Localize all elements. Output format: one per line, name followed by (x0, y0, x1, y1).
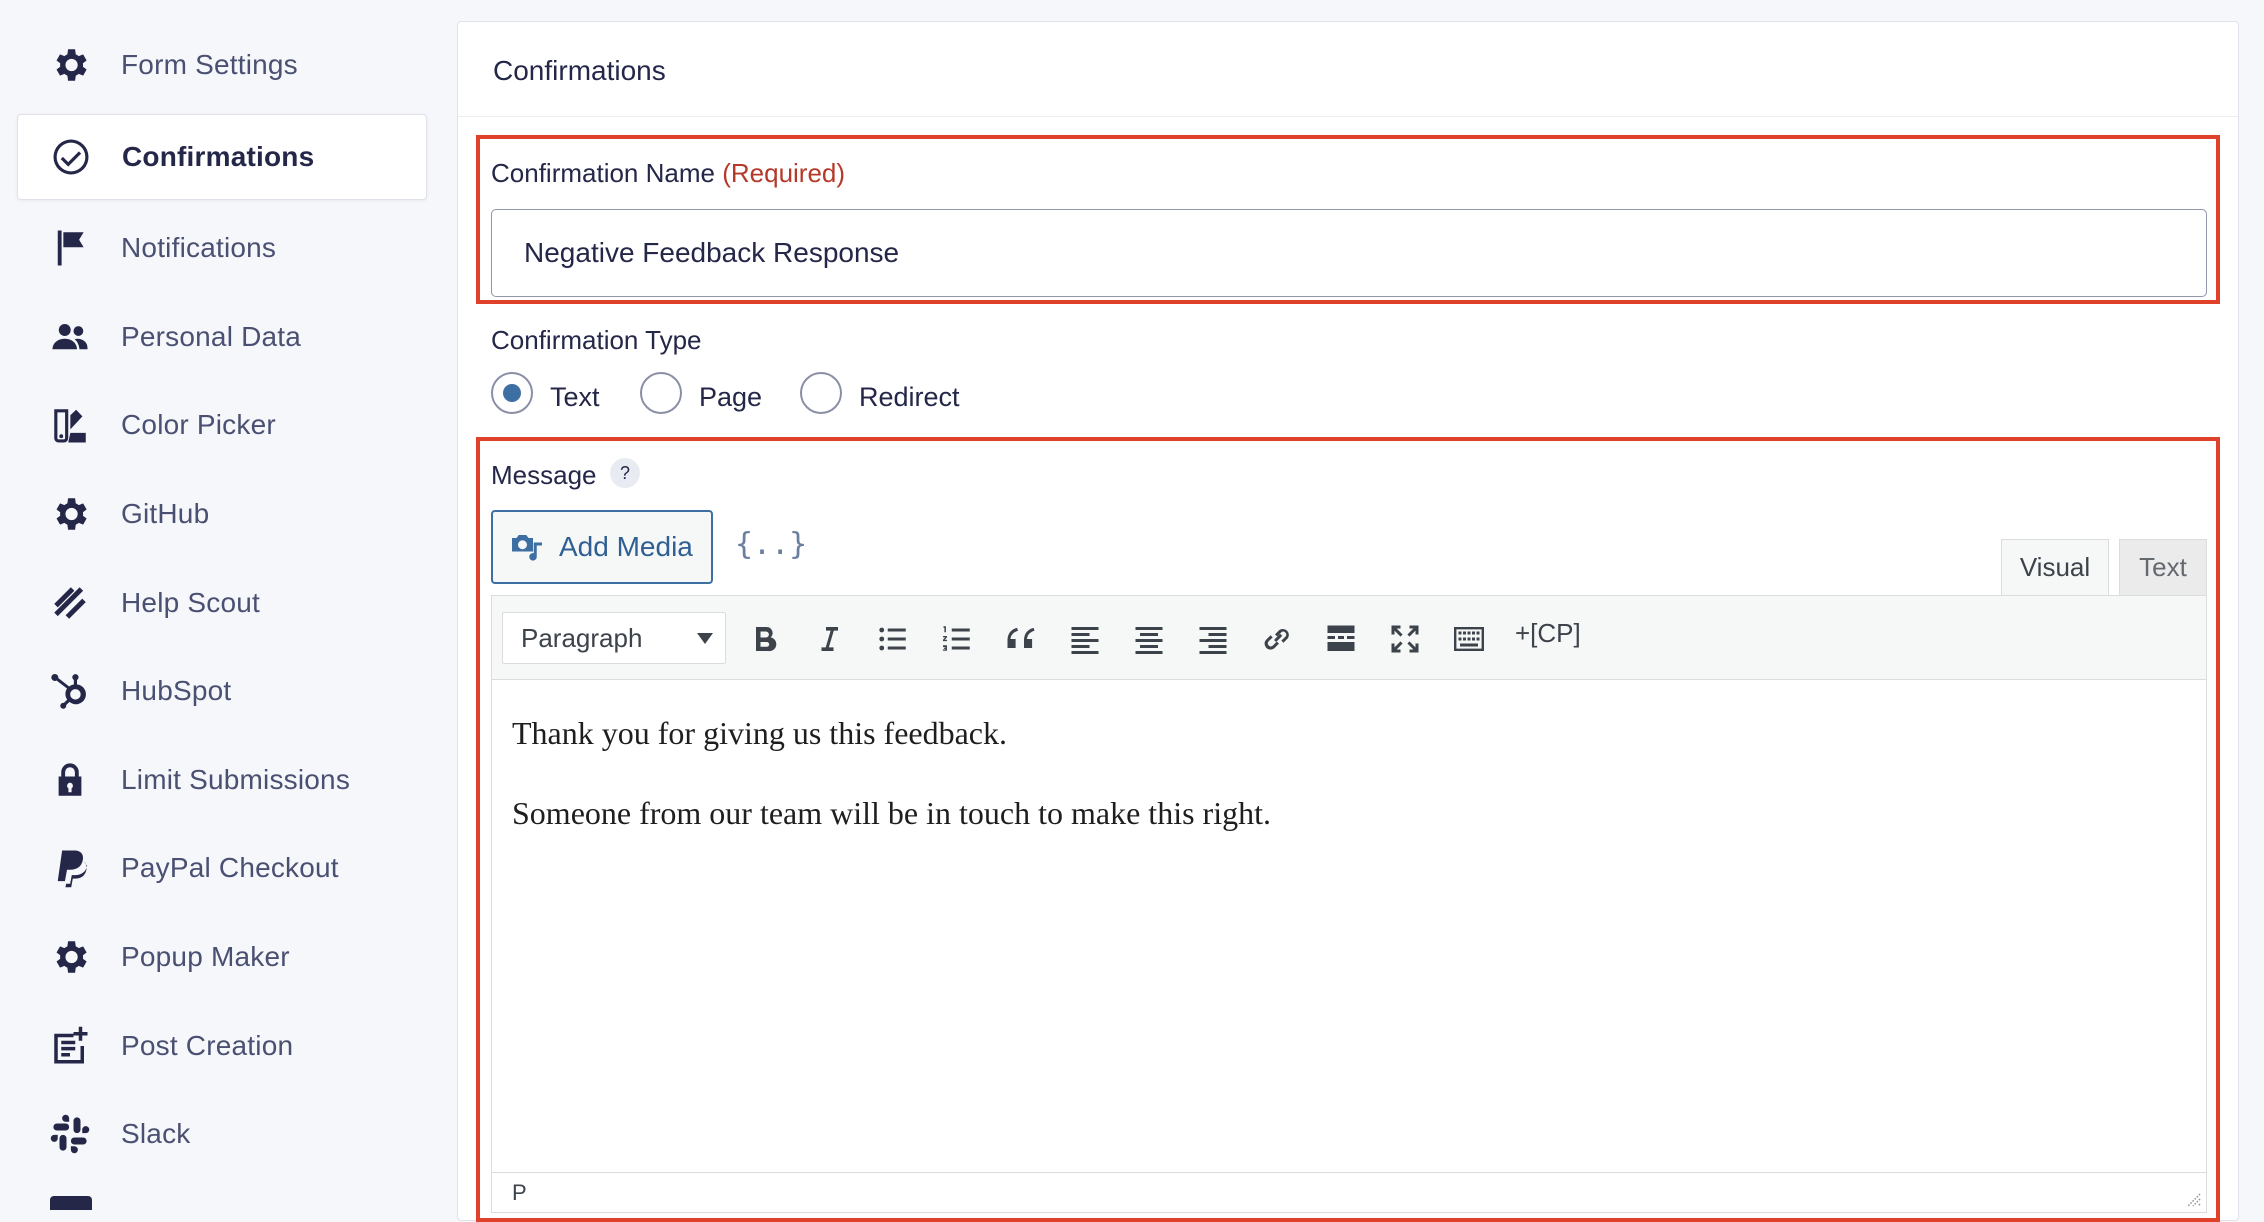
confirmations-panel: Confirmations Confirmation Name (Require… (457, 21, 2239, 1222)
required-marker: (Required) (722, 158, 846, 188)
radio-text-label: Text (550, 382, 600, 412)
editor-content[interactable]: Thank you for giving us this feedback. S… (512, 710, 1271, 870)
radio-page-label: Page (699, 382, 763, 412)
sidebar-item-post-creation[interactable]: Post Creation (17, 1003, 427, 1089)
bold-button[interactable] (742, 616, 788, 662)
cp-shortcode-button[interactable]: +[CP] (1515, 618, 1581, 649)
insert-link-button[interactable] (1254, 616, 1300, 662)
content-paragraph: Thank you for giving us this feedback. (512, 715, 1007, 751)
sidebar-item-github[interactable]: GitHub (17, 471, 427, 557)
panel-header: Confirmations (458, 22, 2238, 117)
add-media-label: Add Media (559, 531, 693, 562)
link-icon (1264, 628, 1289, 650)
tab-text[interactable]: Text (2119, 539, 2207, 595)
sidebar-item-label: Help Scout (121, 587, 260, 618)
settings-sidebar: Form Settings Confirmations Notification… (0, 0, 450, 1210)
align-left-icon (1071, 627, 1099, 654)
sidebar-item-partial-icon (50, 1196, 92, 1210)
lock-icon (47, 757, 93, 803)
italic-icon (821, 627, 838, 651)
content-paragraph: Someone from our team will be in touch t… (512, 795, 1271, 831)
gear-icon (47, 491, 93, 537)
align-right-icon (1199, 627, 1227, 654)
page-title: Confirmations (493, 55, 666, 86)
merge-tags-button[interactable]: {..} (735, 527, 807, 562)
italic-button[interactable] (806, 616, 852, 662)
flag-icon (47, 225, 93, 271)
editor-statusbar: P (492, 1172, 2206, 1212)
sidebar-item-limit-submissions[interactable]: Limit Submissions (17, 737, 427, 823)
sidebar-item-label: Form Settings (121, 49, 298, 80)
element-path[interactable]: P (512, 1180, 527, 1206)
toolbar-toggle-button[interactable] (1446, 616, 1492, 662)
sidebar-item-label: Notifications (121, 232, 277, 263)
sidebar-item-personal-data[interactable]: Personal Data (17, 294, 427, 380)
bullet-list-icon (879, 627, 906, 651)
sidebar-item-notifications[interactable]: Notifications (17, 205, 427, 291)
radio-redirect-label: Redirect (859, 382, 960, 412)
sidebar-item-label: HubSpot (121, 675, 232, 706)
helpscout-icon (47, 580, 93, 626)
format-select[interactable]: Paragraph (502, 612, 726, 664)
gear-icon (47, 934, 93, 980)
sidebar-item-label: PayPal Checkout (121, 852, 339, 883)
sidebar-item-label: Post Creation (121, 1030, 294, 1061)
sidebar-item-label: Popup Maker (121, 941, 290, 972)
hubspot-icon (47, 668, 93, 714)
resize-handle-icon[interactable] (2184, 1190, 2202, 1208)
sidebar-item-label: Confirmations (122, 141, 315, 172)
post-add-icon (47, 1023, 93, 1069)
radio-text[interactable] (491, 372, 533, 414)
sidebar-item-confirmations[interactable]: Confirmations (17, 114, 427, 200)
fullscreen-icon (1391, 625, 1419, 653)
sidebar-item-label: Limit Submissions (121, 764, 351, 795)
bullet-list-button[interactable] (870, 616, 916, 662)
blockquote-button[interactable] (998, 616, 1044, 662)
slack-icon (47, 1111, 93, 1157)
message-label: Message (491, 460, 597, 490)
add-media-button[interactable]: Add Media (491, 510, 713, 584)
sidebar-item-form-settings[interactable]: Form Settings (17, 22, 427, 108)
sidebar-item-paypal-checkout[interactable]: PayPal Checkout (17, 825, 427, 911)
sidebar-item-help-scout[interactable]: Help Scout (17, 560, 427, 646)
color-swatch-icon (47, 402, 93, 448)
chevron-down-icon (697, 633, 713, 644)
confirmation-name-input[interactable]: Negative Feedback Response (491, 209, 2207, 297)
help-icon[interactable]: ? (610, 458, 640, 488)
read-more-icon (1327, 625, 1355, 651)
check-circle-icon (48, 134, 94, 180)
media-icon (512, 535, 542, 561)
users-icon (47, 314, 93, 360)
align-right-button[interactable] (1190, 616, 1236, 662)
sidebar-item-popup-maker[interactable]: Popup Maker (17, 914, 427, 1000)
align-center-button[interactable] (1126, 616, 1172, 662)
sidebar-item-slack[interactable]: Slack (17, 1091, 427, 1177)
bold-icon (756, 626, 777, 652)
gear-icon (47, 42, 93, 88)
field-label-text: Confirmation Name (491, 158, 715, 188)
confirmation-name-label: Confirmation Name (Required) (491, 158, 845, 189)
radio-redirect[interactable] (800, 372, 842, 414)
editor-toolbar: Paragraph +[CP] (492, 596, 2206, 680)
numbered-list-button[interactable] (934, 616, 980, 662)
sidebar-item-label: GitHub (121, 498, 210, 529)
sidebar-item-label: Color Picker (121, 409, 276, 440)
keyboard-icon (1454, 627, 1484, 651)
format-select-value: Paragraph (521, 622, 643, 653)
read-more-button[interactable] (1318, 616, 1364, 662)
sidebar-item-color-picker[interactable]: Color Picker (17, 382, 427, 468)
tab-visual[interactable]: Visual (2001, 539, 2109, 595)
sidebar-item-label: Personal Data (121, 321, 302, 352)
sidebar-item-hubspot[interactable]: HubSpot (17, 648, 427, 734)
fullscreen-button[interactable] (1382, 616, 1428, 662)
align-center-icon (1135, 627, 1163, 654)
quote-icon (1007, 627, 1035, 648)
sidebar-item-label: Slack (121, 1118, 191, 1149)
align-left-button[interactable] (1062, 616, 1108, 662)
paypal-icon (47, 845, 93, 891)
numbered-list-icon (942, 626, 970, 651)
confirmation-type-label: Confirmation Type (491, 325, 702, 355)
radio-page[interactable] (640, 372, 682, 414)
message-editor: Paragraph +[CP] Thank you for giving us … (491, 595, 2207, 1213)
